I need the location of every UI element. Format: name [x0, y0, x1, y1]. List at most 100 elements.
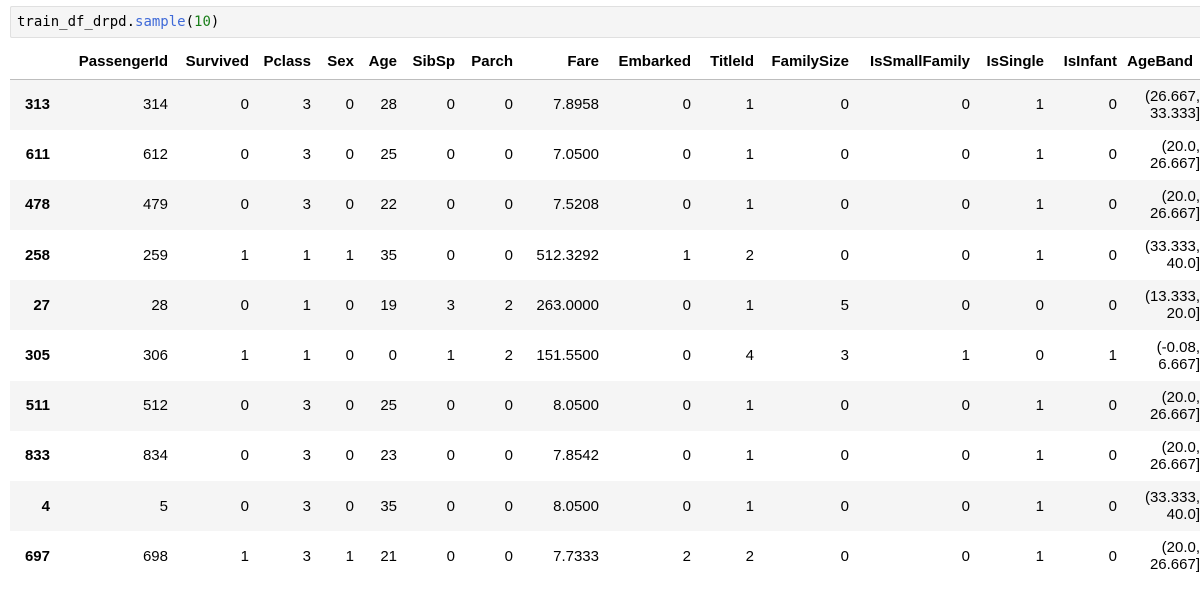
header-row: PassengerId Survived Pclass Sex Age SibSp Parc…	[10, 43, 1200, 80]
table-cell: 151.5500	[536, 347, 599, 365]
table-cell: 0	[682, 196, 691, 214]
table-cell: 25	[380, 146, 397, 164]
column-header: Fare	[520, 43, 606, 80]
column-header: FamilySize	[761, 43, 856, 80]
table-cell: 0	[240, 96, 249, 114]
table-cell: 1	[1035, 146, 1044, 164]
column-header: Sex	[318, 43, 361, 80]
table-cell: 1	[446, 347, 455, 365]
table-cell: 2	[504, 347, 513, 365]
table-row: 833 834 0 3 0 23 0 0 7.8542 0 1 0 0 1 0 (20.0, 26.667]	[10, 431, 1200, 481]
table-cell: 1	[240, 547, 249, 565]
table-cell: 1	[745, 196, 754, 214]
table-cell: 1	[1035, 497, 1044, 515]
table-cell: 1	[302, 296, 311, 314]
code-close-paren: )	[210, 14, 220, 30]
table-cell: 22	[380, 196, 397, 214]
table-row: 478 479 0 3 0 22 0 0 7.5208 0 1 0 0 1 0 (20.0, 26.667]	[10, 179, 1200, 231]
row-index: 4	[41, 497, 50, 515]
table-cell: 1	[1035, 246, 1044, 264]
table-cell: 3	[302, 146, 311, 164]
table-cell: 0	[504, 196, 513, 214]
table-cell: 0	[240, 447, 249, 465]
table-cell: 1	[302, 246, 311, 264]
table-cell: 0	[961, 447, 970, 465]
table-cell: 1	[1035, 447, 1044, 465]
table-cell: 3	[302, 447, 311, 465]
table-cell: 0	[1108, 296, 1117, 314]
table-cell: (26.667, 33.333]	[1144, 87, 1200, 122]
table-cell: 28	[151, 296, 168, 314]
table-row: 511 512 0 3 0 25 0 0 8.0500 0 1 0 0 1 0 (20.0, 26.667]	[10, 380, 1200, 431]
table-cell: 0	[446, 196, 455, 214]
table-cell: (20.0, 26.667]	[1149, 438, 1200, 473]
table-cell: 0	[446, 547, 455, 565]
index-header	[10, 43, 58, 80]
table-cell: 1	[240, 347, 249, 365]
table-cell: 5	[840, 296, 849, 314]
table-cell: 3	[302, 96, 311, 114]
table-cell: 263.0000	[536, 296, 599, 314]
table-cell: 1	[745, 397, 754, 415]
table-row: 258 259 1 1 1 35 0 0 512.3292 1 2 0 0 1 0 (33.333, 40.0…	[10, 230, 1200, 280]
code-input-cell[interactable]: train_df_drpd.sample(10)	[10, 6, 1200, 38]
table-cell: 0	[682, 96, 691, 114]
table-body: 313 314 0 3 0 28 0 0 7.8958 0 1 0 0 1 0 (26.667, 33.333…	[10, 79, 1200, 582]
row-index: 697	[24, 547, 50, 565]
table-cell: 3	[302, 196, 311, 214]
table-cell: 3	[302, 547, 311, 565]
table-cell: 0	[446, 246, 455, 264]
table-cell: 698	[142, 547, 168, 565]
table-cell: 0	[240, 146, 249, 164]
column-header: SibSp	[404, 43, 462, 80]
table-cell: 2	[745, 547, 754, 565]
table-cell: 23	[380, 447, 397, 465]
table-cell: 0	[840, 547, 849, 565]
table-cell: 7.5208	[553, 196, 599, 214]
table-cell: 0	[840, 196, 849, 214]
table-cell: 0	[240, 397, 249, 415]
table-cell: 0	[345, 96, 354, 114]
table-cell: 1	[345, 246, 354, 264]
table-cell: 1	[961, 347, 970, 365]
table-row: 27 28 0 1 0 19 3 2 263.0000 0 1 5 0 0 0 (13.333, 20.0]	[10, 280, 1200, 331]
table-cell: (33.333, 40.0]	[1144, 489, 1200, 524]
table-row: 4 5 0 3 0 35 0 0 8.0500 0 1 0 0 1 0 (33.333, 40.0]	[10, 481, 1200, 532]
table-cell: 35	[380, 497, 397, 515]
table-cell: 7.8542	[553, 447, 599, 465]
table-cell: (13.333, 20.0]	[1144, 288, 1200, 323]
table-cell: 0	[1108, 196, 1117, 214]
table-cell: 0	[1035, 296, 1044, 314]
table-cell: (-0.08, 6.667]	[1156, 338, 1200, 373]
table-cell: (33.333, 40.0]	[1144, 238, 1200, 273]
column-header: AgeBand	[1124, 43, 1200, 80]
column-header: IsInfant	[1051, 43, 1124, 80]
table-cell: 0	[504, 497, 513, 515]
table-cell: 479	[142, 196, 168, 214]
table-cell: 0	[388, 347, 397, 365]
row-index: 258	[24, 246, 50, 264]
table-cell: 0	[1108, 146, 1117, 164]
table-cell: 0	[504, 96, 513, 114]
column-header: PassengerId	[58, 43, 175, 80]
table-cell: 0	[240, 296, 249, 314]
table-cell: 0	[345, 146, 354, 164]
table-cell: 0	[840, 497, 849, 515]
table-cell: 0	[961, 196, 970, 214]
column-header: Embarked	[606, 43, 698, 80]
row-index: 478	[24, 196, 50, 214]
table-cell: 2	[504, 296, 513, 314]
dataframe-table: PassengerId Survived Pclass Sex Age SibSp Parc…	[10, 43, 1200, 581]
table-cell: 3	[446, 296, 455, 314]
table-cell: 1	[1035, 397, 1044, 415]
table-cell: 0	[345, 347, 354, 365]
table-cell: 0	[446, 146, 455, 164]
row-index: 305	[24, 347, 50, 365]
table-cell: 3	[302, 397, 311, 415]
column-header: Parch	[462, 43, 520, 80]
table-cell: 0	[840, 447, 849, 465]
table-cell: 2	[745, 246, 754, 264]
table-cell: 1	[1035, 196, 1044, 214]
table-cell: 0	[504, 246, 513, 264]
table-cell: 0	[504, 146, 513, 164]
